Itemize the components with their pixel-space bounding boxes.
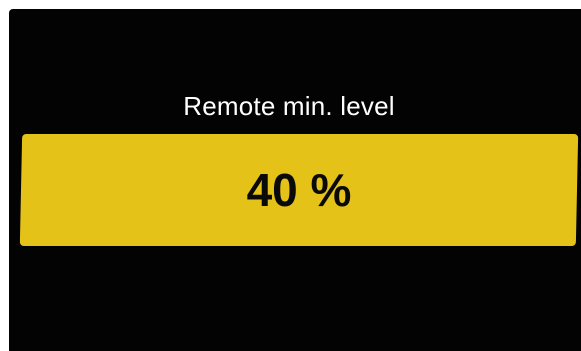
setting-title: Remote min. level — [183, 91, 395, 121]
device-screen: Remote min. level 40 % — [9, 9, 581, 351]
value-display-text: 40 % — [246, 164, 352, 216]
